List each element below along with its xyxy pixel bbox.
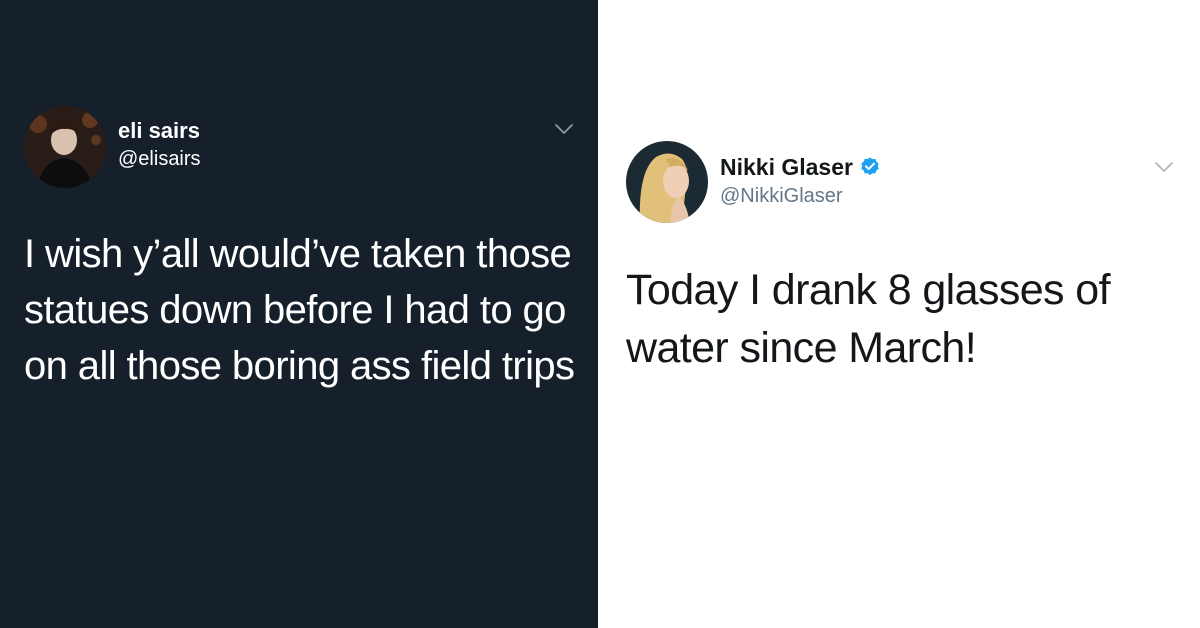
chevron-down-icon[interactable]	[554, 122, 574, 140]
tweet-text: Today I drank 8 glasses of water since M…	[626, 266, 1111, 372]
avatar[interactable]	[24, 106, 106, 188]
avatar-image	[24, 106, 106, 188]
display-name[interactable]: Nikki Glaser	[720, 154, 881, 184]
username-handle[interactable]: @NikkiGlaser	[720, 185, 843, 208]
tweet-card-dark: eli sairs @elisairs I wish y’all would’v…	[0, 0, 598, 628]
tweet-card-light: Nikki Glaser @NikkiGlaser Today I drank …	[598, 0, 1200, 628]
display-name[interactable]: eli sairs	[118, 118, 200, 144]
tweet-comparison: eli sairs @elisairs I wish y’all would’v…	[0, 0, 1200, 628]
display-name-text: Nikki Glaser	[720, 154, 853, 180]
verified-badge-icon	[859, 156, 881, 184]
avatar[interactable]	[626, 141, 708, 223]
chevron-down-icon[interactable]	[1154, 160, 1174, 178]
avatar-image	[626, 141, 708, 223]
tweet-text: I wish y’all would’ve taken those statue…	[24, 232, 575, 388]
username-handle[interactable]: @elisairs	[118, 148, 201, 171]
